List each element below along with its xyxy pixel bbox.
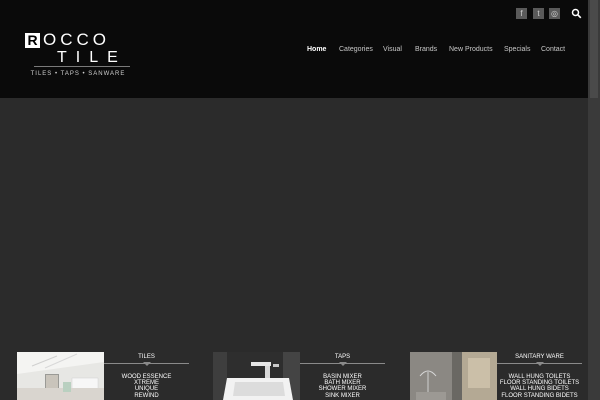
card-item[interactable]: SINK MIXER — [300, 393, 385, 399]
facebook-icon[interactable]: f — [516, 8, 527, 19]
card-item[interactable]: REWIND — [104, 393, 189, 399]
nav-home[interactable]: Home — [307, 46, 326, 53]
logo-divider — [34, 66, 130, 67]
card-notch — [339, 362, 347, 366]
category-card-sanitary-ware[interactable]: SANITARY WARE WALL HUNG TOILETS FLOOR ST… — [410, 352, 582, 400]
card-title: TILES — [138, 354, 155, 360]
twitter-icon[interactable]: t — [533, 8, 544, 19]
logo-tagline: TILES • TAPS • SANWARE — [30, 71, 126, 77]
card-title: SANITARY WARE — [515, 354, 564, 360]
logo-word-2: TILE — [57, 49, 127, 66]
logo-word: OCCO — [43, 30, 110, 49]
scrollbar-thumb[interactable] — [590, 0, 598, 98]
logo-letter: R — [25, 33, 40, 48]
logo[interactable]: R OCCO TILE TILES • TAPS • SANWARE — [20, 28, 136, 80]
instagram-icon[interactable]: ◎ — [549, 8, 560, 19]
card-notch — [536, 362, 544, 366]
search-icon[interactable] — [571, 8, 582, 19]
site-header: R OCCO TILE TILES • TAPS • SANWARE f t ◎… — [0, 0, 588, 98]
card-item-list: WOOD ESSENCE XTREME UNIQUE REWIND — [104, 374, 189, 399]
card-item-list: BASIN MIXER BATH MIXER SHOWER MIXER SINK… — [300, 374, 385, 399]
category-card-tiles[interactable]: TILES WOOD ESSENCE XTREME UNIQUE REWIND — [17, 352, 189, 400]
nav-categories[interactable]: Categories — [339, 46, 373, 53]
category-card-taps[interactable]: TAPS BASIN MIXER BATH MIXER SHOWER MIXER… — [213, 352, 385, 400]
nav-contact[interactable]: Contact — [541, 46, 565, 53]
nav-visual[interactable]: Visual — [383, 46, 402, 53]
nav-specials[interactable]: Specials — [504, 46, 530, 53]
card-notch — [143, 362, 151, 366]
sanitary-ware-image[interactable] — [410, 352, 497, 400]
card-item[interactable]: FLOOR STANDING BIDETS — [497, 393, 582, 399]
tiles-image[interactable] — [17, 352, 104, 400]
card-title: TAPS — [334, 354, 351, 360]
scrollbar[interactable] — [588, 0, 600, 400]
nav-brands[interactable]: Brands — [415, 46, 437, 53]
nav-new-products[interactable]: New Products — [449, 46, 493, 53]
taps-image[interactable] — [213, 352, 300, 400]
card-item-list: WALL HUNG TOILETS FLOOR STANDING TOILETS… — [497, 374, 582, 399]
